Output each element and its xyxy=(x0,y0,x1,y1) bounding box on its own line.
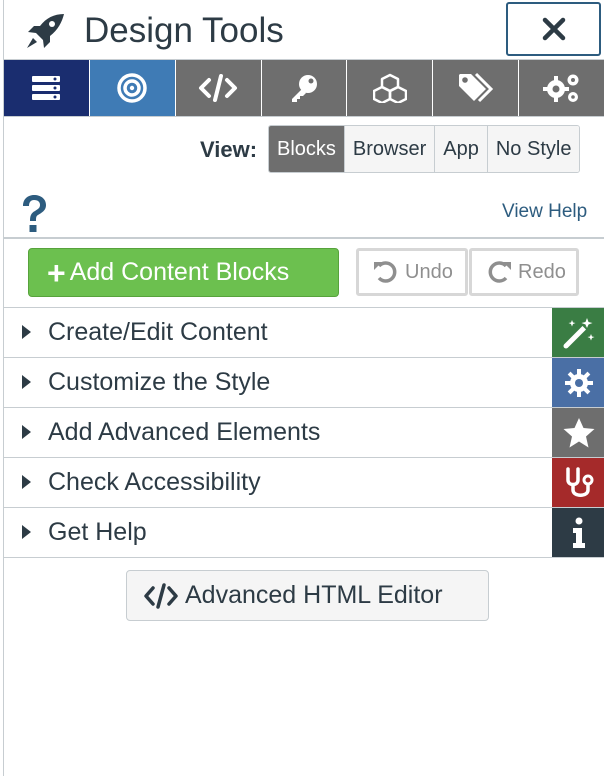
advanced-html-editor-label: Advanced HTML Editor xyxy=(185,581,443,609)
bullseye-icon xyxy=(117,73,148,103)
key-icon xyxy=(292,75,317,102)
view-selector-row: View: Blocks Browser App No Style xyxy=(4,125,594,175)
view-option-app[interactable]: App xyxy=(435,126,488,172)
tab-blocks[interactable] xyxy=(4,60,90,116)
section-advanced-elements[interactable]: Add Advanced Elements xyxy=(4,407,604,457)
tab-settings[interactable] xyxy=(519,60,604,116)
view-option-browser[interactable]: Browser xyxy=(344,126,436,172)
close-icon xyxy=(542,17,565,41)
view-toggle-group: Blocks Browser App No Style xyxy=(268,125,581,173)
section-get-help[interactable]: Get Help xyxy=(4,507,604,558)
add-content-blocks-button[interactable]: + Add Content Blocks xyxy=(28,248,339,297)
caret-right-icon xyxy=(22,475,31,489)
magic-wand-icon xyxy=(552,308,604,357)
tool-sections: Create/Edit Content Customize the Style xyxy=(4,307,604,558)
section-customize-style[interactable]: Customize the Style xyxy=(4,357,604,407)
tab-code[interactable] xyxy=(175,60,262,116)
view-label: View: xyxy=(200,137,258,162)
section-label: Create/Edit Content xyxy=(48,318,268,346)
server-icon xyxy=(32,76,61,100)
view-option-no-style[interactable]: No Style xyxy=(487,126,580,172)
stethoscope-icon xyxy=(552,458,604,507)
gear-icon xyxy=(552,358,604,407)
plus-icon: + xyxy=(47,254,66,291)
add-content-blocks-label: Add Content Blocks xyxy=(69,258,290,286)
question-icon[interactable] xyxy=(18,194,50,234)
close-button[interactable] xyxy=(506,2,601,56)
info-icon xyxy=(552,508,604,557)
caret-right-icon xyxy=(22,425,31,439)
section-label: Add Advanced Elements xyxy=(48,418,321,446)
undo-button[interactable]: Undo xyxy=(356,248,468,296)
tool-tabs xyxy=(4,59,604,117)
caret-right-icon xyxy=(22,325,31,339)
advanced-html-editor-button[interactable]: Advanced HTML Editor xyxy=(126,570,489,621)
code-icon xyxy=(199,74,238,102)
rocket-icon xyxy=(27,14,64,48)
view-help-link[interactable]: View Help xyxy=(502,201,587,223)
undo-icon xyxy=(374,261,397,283)
undo-label: Undo xyxy=(405,260,453,283)
tab-tags[interactable] xyxy=(433,60,520,116)
divider xyxy=(4,237,604,239)
section-label: Customize the Style xyxy=(48,368,271,396)
tags-icon xyxy=(458,72,493,103)
section-create-edit-content[interactable]: Create/Edit Content xyxy=(4,307,604,357)
cubes-icon xyxy=(372,73,407,103)
code-icon xyxy=(144,582,178,609)
tab-key[interactable] xyxy=(261,60,348,116)
design-tools-panel: Design Tools View: Blocks Browser App No… xyxy=(3,0,604,776)
section-label: Get Help xyxy=(48,518,147,546)
panel-title: Design Tools xyxy=(84,11,284,50)
caret-right-icon xyxy=(22,525,31,539)
tab-target[interactable] xyxy=(89,60,176,116)
redo-icon xyxy=(488,261,511,283)
panel-header: Design Tools xyxy=(4,0,604,60)
redo-label: Redo xyxy=(518,260,566,283)
caret-right-icon xyxy=(22,375,31,389)
section-check-accessibility[interactable]: Check Accessibility xyxy=(4,457,604,507)
redo-button[interactable]: Redo xyxy=(469,248,579,296)
view-option-blocks[interactable]: Blocks xyxy=(269,126,345,172)
gears-icon xyxy=(543,74,579,102)
section-label: Check Accessibility xyxy=(48,468,261,496)
tab-cubes[interactable] xyxy=(347,60,434,116)
star-icon xyxy=(552,408,604,457)
